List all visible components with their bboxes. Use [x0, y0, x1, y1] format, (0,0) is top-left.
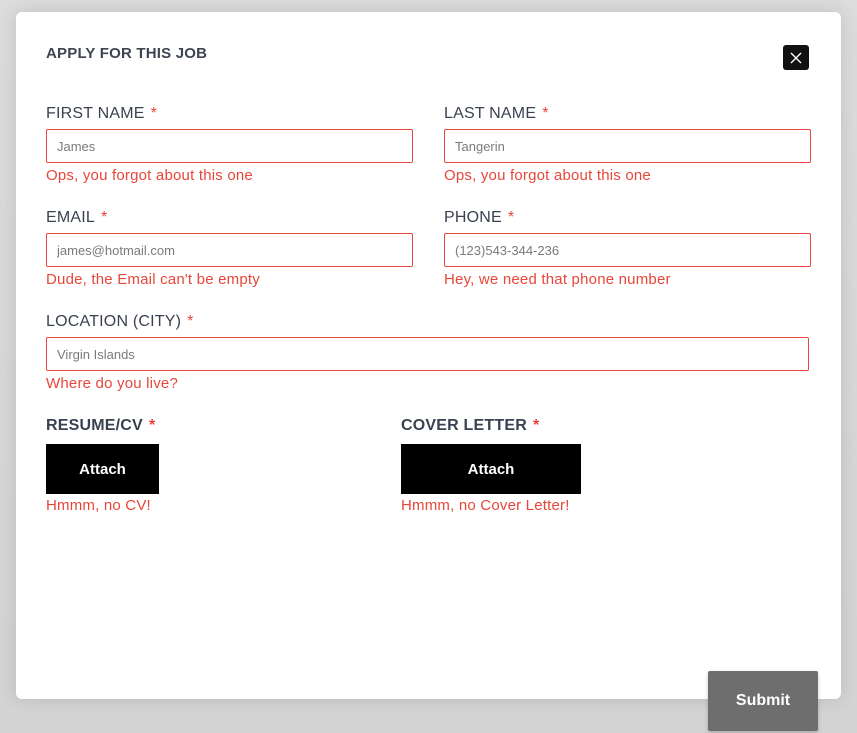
first-name-label: FIRST NAME *	[46, 105, 157, 123]
location-error: Where do you live?	[46, 375, 179, 392]
required-mark: *	[187, 313, 194, 330]
last-name-error: Ops, you forgot about this one	[444, 167, 651, 184]
first-name-label-text: FIRST NAME	[46, 105, 145, 122]
apply-job-modal: APPLY FOR THIS JOB FIRST NAME * Ops, you …	[16, 12, 841, 699]
first-name-error: Ops, you forgot about this one	[46, 167, 253, 184]
last-name-label-text: LAST NAME	[444, 105, 537, 122]
location-label: LOCATION (CITY) *	[46, 313, 194, 331]
required-mark: *	[532, 417, 540, 434]
cover-letter-attach-button[interactable]: Attach	[401, 444, 581, 494]
location-label-text: LOCATION (CITY)	[46, 313, 182, 330]
cover-letter-label: COVER LETTER *	[401, 417, 539, 435]
close-button[interactable]	[783, 45, 809, 70]
required-mark: *	[101, 209, 108, 226]
resume-attach-button[interactable]: Attach	[46, 444, 159, 494]
phone-input[interactable]	[444, 233, 811, 267]
email-input[interactable]	[46, 233, 413, 267]
email-label-text: EMAIL	[46, 209, 96, 226]
close-icon	[790, 52, 802, 63]
location-input[interactable]	[46, 337, 809, 371]
resume-error: Hmmm, no CV!	[46, 497, 151, 514]
required-mark: *	[542, 105, 549, 122]
modal-title: APPLY FOR THIS JOB	[46, 45, 208, 62]
last-name-input[interactable]	[444, 129, 811, 163]
required-mark: *	[148, 417, 156, 434]
cover-letter-label-text: COVER LETTER	[401, 417, 527, 434]
resume-label: RESUME/CV *	[46, 417, 155, 435]
submit-button[interactable]: Submit	[708, 671, 818, 731]
last-name-label: LAST NAME *	[444, 105, 549, 123]
resume-label-text: RESUME/CV	[46, 417, 143, 434]
required-mark: *	[150, 105, 158, 122]
cover-letter-error: Hmmm, no Cover Letter!	[401, 497, 570, 514]
required-mark: *	[507, 209, 515, 226]
phone-label: PHONE *	[444, 209, 514, 227]
first-name-input[interactable]	[46, 129, 413, 163]
phone-label-text: PHONE	[444, 209, 502, 226]
email-label: EMAIL *	[46, 209, 107, 227]
phone-error: Hey, we need that phone number	[444, 271, 671, 288]
email-error: Dude, the Email can't be empty	[46, 271, 260, 288]
